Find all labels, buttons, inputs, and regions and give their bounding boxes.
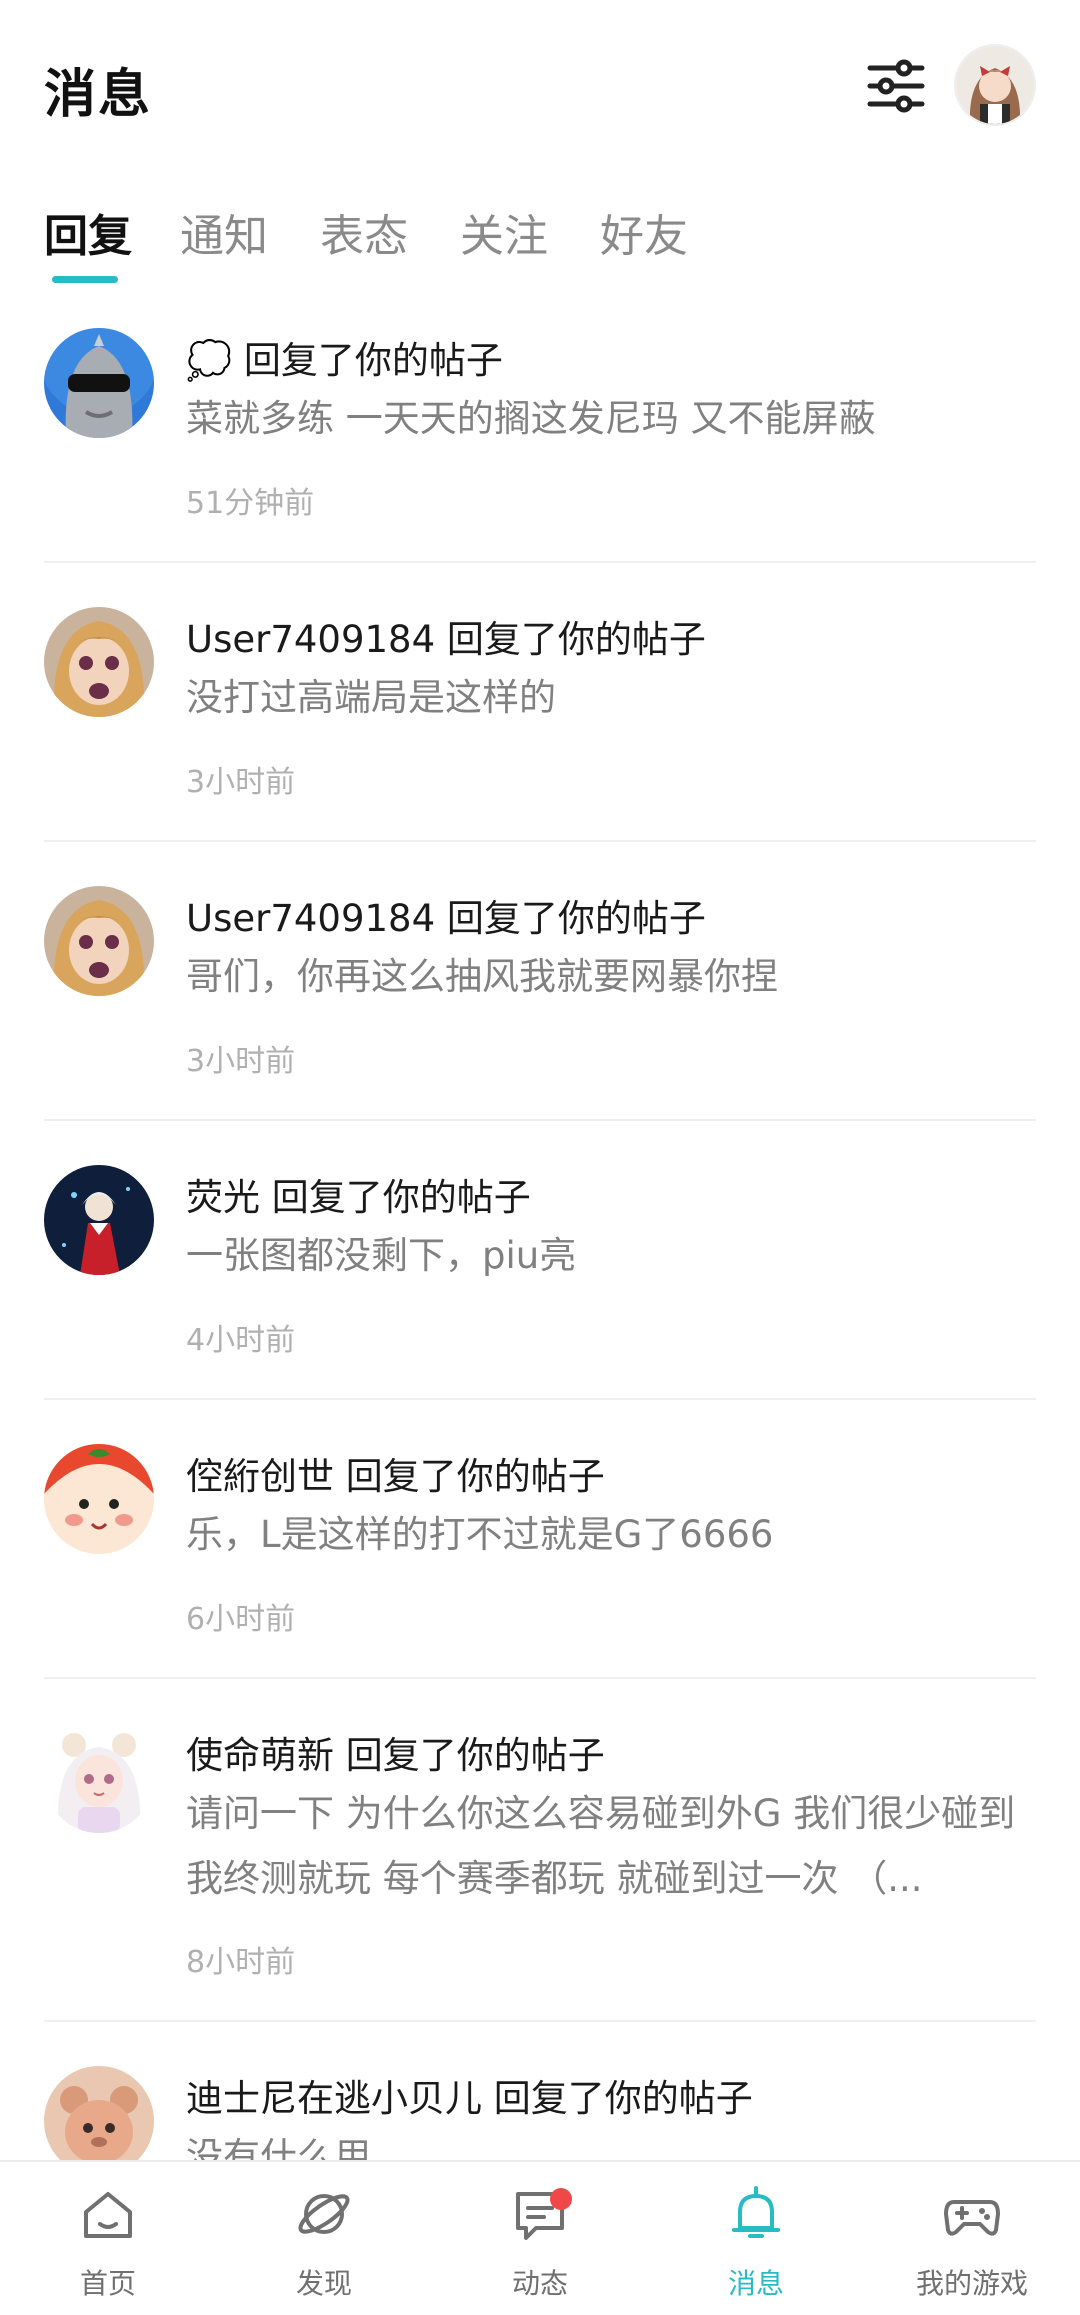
sliders-icon [867,59,925,113]
reply-action: 回复了你的帖子 [345,1734,605,1777]
message-content: 一张图都没剩下，piu亮 [186,1234,577,1277]
gamepad-icon [944,2200,1000,2236]
message-content: 菜就多练 一天天的搁这发尼玛 又不能屏蔽 [186,397,876,440]
tab-reaction[interactable]: 表态 [320,200,408,264]
tab-messages[interactable]: 消息 [648,2162,864,2315]
avatar[interactable] [44,2066,154,2160]
divider [44,1398,1036,1400]
message-tabs: 回复 通知 表态 关注 好友 [0,190,1080,290]
timestamp: 3小时前 [186,1044,296,1079]
timestamp: 4小时前 [186,1323,296,1358]
header: 消息 [0,0,1080,170]
divider [44,2020,1036,2022]
tab-home[interactable]: 首页 [0,2162,216,2315]
home-icon [84,2192,132,2238]
sender-name[interactable]: 荧光 [186,1176,260,1219]
reply-action: 回复了你的帖子 [446,897,706,940]
tab-reply[interactable]: 回复 [44,200,132,264]
bottom-tab-bar: 首页 发现 动态 消息 我的游戏 [0,2160,1080,2315]
tab-feed[interactable]: 动态 [432,2162,648,2315]
reply-action: 回复了你的帖子 [243,339,503,382]
timestamp: 3小时前 [186,765,296,800]
tab-discover-label: 发现 [295,2267,352,2300]
message-content: 乐，L是这样的打不过就是G了6666 [186,1513,774,1556]
avatar[interactable] [44,1165,154,1275]
avatar[interactable] [44,886,154,996]
list-item[interactable]: 💭 回复了你的帖子 菜就多练 一天天的搁这发尼玛 又不能屏蔽 51分钟前 [0,300,1080,562]
reply-action: 回复了你的帖子 [345,1455,605,1498]
tab-my-games[interactable]: 我的游戏 [864,2162,1080,2315]
tab-home-label: 首页 [79,2267,136,2300]
message-content: 请问一下 为什么你这么容易碰到外G 我们很少碰到 我终测就玩 每个赛季都玩 就碰… [186,1792,1016,1900]
message-content: 没有什么用 [186,2135,371,2160]
list-item[interactable]: 迪士尼在逃小贝儿 回复了你的帖子 没有什么用 [0,2038,1080,2160]
message-content: 没打过高端局是这样的 [186,676,556,719]
avatar[interactable] [44,1723,154,1833]
timestamp: 51分钟前 [186,486,315,521]
sender-name[interactable]: 💭 [186,339,232,382]
avatar[interactable] [44,328,154,438]
sender-name[interactable]: User7409184 [186,897,435,940]
page-title: 消息 [44,65,153,125]
tab-notice[interactable]: 通知 [180,200,268,264]
reply-action: 回复了你的帖子 [271,1176,531,1219]
list-item[interactable]: User7409184 回复了你的帖子 没打过高端局是这样的 3小时前 [0,579,1080,841]
sender-name[interactable]: 使命萌新 [186,1734,334,1777]
tab-my-games-label: 我的游戏 [915,2267,1028,2300]
sender-name[interactable]: 迪士尼在逃小贝儿 [186,2077,482,2120]
divider [44,1119,1036,1121]
list-item[interactable]: 荧光 回复了你的帖子 一张图都没剩下，piu亮 4小时前 [0,1137,1080,1399]
bell-icon [732,2186,780,2238]
message-content: 哥们，你再这么抽风我就要网暴你捏 [186,955,778,998]
active-tab-indicator [52,276,118,283]
timestamp: 6小时前 [186,1602,296,1637]
tab-feed-label: 动态 [511,2267,568,2300]
sender-name[interactable]: User7409184 [186,618,435,661]
reply-action: 回复了你的帖子 [493,2077,753,2120]
message-list: 💭 回复了你的帖子 菜就多练 一天天的搁这发尼玛 又不能屏蔽 51分钟前 Use… [0,300,1080,2160]
tab-discover[interactable]: 发现 [216,2162,432,2315]
divider [44,561,1036,563]
user-avatar[interactable] [954,44,1036,126]
sender-name[interactable]: 倥絎创世 [186,1455,334,1498]
filter-settings-button[interactable] [864,54,928,118]
tab-friends[interactable]: 好友 [600,200,688,264]
tab-messages-label: 消息 [727,2267,784,2300]
tab-follow[interactable]: 关注 [460,200,548,264]
avatar[interactable] [44,1444,154,1554]
list-item[interactable]: User7409184 回复了你的帖子 哥们，你再这么抽风我就要网暴你捏 3小时… [0,858,1080,1120]
divider [44,840,1036,842]
timestamp: 8小时前 [186,1945,296,1980]
divider [44,1677,1036,1679]
unread-badge [550,2188,572,2210]
planet-icon [298,2194,350,2234]
list-item[interactable]: 倥絎创世 回复了你的帖子 乐，L是这样的打不过就是G了6666 6小时前 [0,1416,1080,1678]
list-item[interactable]: 使命萌新 回复了你的帖子 请问一下 为什么你这么容易碰到外G 我们很少碰到 我终… [0,1695,1080,2021]
reply-action: 回复了你的帖子 [446,618,706,661]
avatar[interactable] [44,607,154,717]
